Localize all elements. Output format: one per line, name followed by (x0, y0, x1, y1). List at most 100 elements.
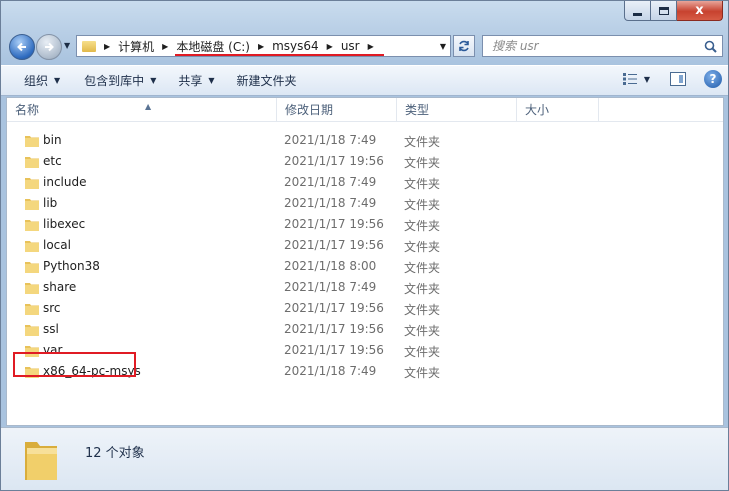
search-icon[interactable] (704, 40, 717, 53)
folder-icon (25, 325, 39, 336)
breadcrumb-arrow[interactable]: ▶ (368, 42, 374, 51)
file-name: src (43, 301, 61, 315)
refresh-icon (459, 40, 469, 52)
file-rows: bin 2021/1/18 7:49 文件夹 etc 2021/1/17 19:… (7, 130, 723, 382)
folder-icon (25, 220, 39, 231)
file-type: 文件夹 (404, 366, 441, 380)
file-type: 文件夹 (404, 324, 441, 338)
file-name: var (43, 343, 63, 357)
include-in-library-label: 包含到库中 (84, 74, 145, 88)
folder-icon (25, 346, 39, 357)
file-row[interactable]: x86_64-pc-msys 2021/1/18 7:49 文件夹 (7, 361, 723, 382)
file-type: 文件夹 (404, 282, 441, 296)
column-header-name[interactable]: 名称 ▲ (7, 98, 277, 122)
forward-button[interactable] (36, 34, 62, 60)
column-name-label: 名称 (15, 103, 40, 117)
file-row[interactable]: bin 2021/1/18 7:49 文件夹 (7, 130, 723, 151)
file-date: 2021/1/17 19:56 (284, 154, 384, 168)
breadcrumb-arrow[interactable]: ▶ (258, 42, 264, 51)
column-type-label: 类型 (405, 103, 430, 117)
view-options-icon[interactable] (622, 72, 638, 86)
file-date: 2021/1/18 7:49 (284, 364, 377, 378)
search-input[interactable] (492, 39, 692, 53)
file-name: etc (43, 154, 62, 168)
file-date: 2021/1/17 19:56 (284, 322, 384, 336)
toolbar-right: ▼ ? (622, 70, 722, 88)
column-header-type[interactable]: 类型 (397, 98, 517, 122)
breadcrumb-msys64[interactable]: msys64 (272, 39, 319, 53)
file-row[interactable]: var 2021/1/17 19:56 文件夹 (7, 340, 723, 361)
folder-icon (25, 178, 39, 189)
back-arrow-icon (17, 42, 26, 52)
breadcrumb-arrow[interactable]: ▶ (104, 42, 110, 51)
folder-icon (25, 283, 39, 294)
include-in-library-button[interactable]: 包含到库中 ▼ (75, 69, 165, 93)
new-folder-button[interactable]: 新建文件夹 (228, 69, 306, 93)
file-name: local (43, 238, 71, 252)
organize-button[interactable]: 组织 ▼ (15, 69, 69, 93)
file-row[interactable]: ssl 2021/1/17 19:56 文件夹 (7, 319, 723, 340)
refresh-button[interactable] (453, 35, 475, 57)
column-size-label: 大小 (525, 103, 550, 117)
file-name: include (43, 175, 87, 189)
share-button[interactable]: 共享 ▼ (169, 69, 223, 93)
breadcrumb-computer[interactable]: 计算机 (118, 38, 154, 55)
file-row[interactable]: local 2021/1/17 19:56 文件夹 (7, 235, 723, 256)
minimize-button[interactable] (624, 1, 651, 21)
folder-icon (25, 199, 39, 210)
folder-icon (25, 241, 39, 252)
file-date: 2021/1/18 7:49 (284, 196, 377, 210)
file-name: lib (43, 196, 58, 210)
file-row[interactable]: share 2021/1/18 7:49 文件夹 (7, 277, 723, 298)
recent-pages-dropdown[interactable]: ▼ (64, 41, 70, 50)
file-name: libexec (43, 217, 86, 231)
chevron-down-icon: ▼ (208, 76, 215, 85)
view-options-dropdown[interactable]: ▼ (644, 75, 650, 84)
maximize-icon (658, 6, 669, 15)
column-header-size[interactable]: 大小 (517, 98, 599, 122)
breadcrumb-usr[interactable]: usr (341, 39, 360, 53)
file-row[interactable]: libexec 2021/1/17 19:56 文件夹 (7, 214, 723, 235)
search-box[interactable] (482, 35, 723, 57)
file-row[interactable]: Python38 2021/1/18 8:00 文件夹 (7, 256, 723, 277)
maximize-button[interactable] (651, 1, 677, 21)
preview-pane-icon[interactable] (670, 72, 686, 86)
file-name: ssl (43, 322, 59, 336)
file-date: 2021/1/18 7:49 (284, 133, 377, 147)
file-row[interactable]: src 2021/1/17 19:56 文件夹 (7, 298, 723, 319)
folder-icon (25, 442, 57, 480)
file-date: 2021/1/17 19:56 (284, 217, 384, 231)
command-bar: 组织 ▼ 包含到库中 ▼ 共享 ▼ 新建文件夹 ▼ ? (1, 65, 728, 96)
help-icon[interactable]: ? (704, 70, 722, 88)
folder-icon (25, 262, 39, 273)
folder-icon (25, 367, 39, 378)
chevron-down-icon: ▼ (150, 76, 157, 85)
file-type: 文件夹 (404, 177, 441, 191)
address-dropdown-button[interactable]: ▼ (436, 36, 450, 56)
folder-icon (25, 304, 39, 315)
new-folder-label: 新建文件夹 (236, 74, 297, 88)
details-pane: 12 个对象 (1, 427, 728, 490)
file-date: 2021/1/18 7:49 (284, 175, 377, 189)
forward-arrow-icon (45, 42, 54, 52)
file-type: 文件夹 (404, 219, 441, 233)
close-button[interactable]: x (677, 1, 723, 21)
file-row[interactable]: lib 2021/1/18 7:49 文件夹 (7, 193, 723, 214)
minimize-icon (633, 12, 642, 16)
file-date: 2021/1/17 19:56 (284, 343, 384, 357)
back-button[interactable] (9, 34, 35, 60)
close-icon: x (695, 3, 704, 18)
annotation-underline (175, 54, 384, 56)
column-header-date[interactable]: 修改日期 (277, 98, 397, 122)
chevron-down-icon: ▼ (54, 76, 61, 85)
breadcrumb-arrow[interactable]: ▶ (327, 42, 333, 51)
file-row[interactable]: etc 2021/1/17 19:56 文件夹 (7, 151, 723, 172)
sort-ascending-icon: ▲ (145, 102, 152, 111)
caption-buttons: x (624, 1, 723, 21)
file-name: x86_64-pc-msys (43, 364, 141, 378)
file-name: Python38 (43, 259, 100, 273)
breadcrumb-local-disk[interactable]: 本地磁盘 (C:) (176, 38, 250, 55)
breadcrumb-arrow[interactable]: ▶ (162, 42, 168, 51)
folder-icon (82, 40, 96, 52)
file-row[interactable]: include 2021/1/18 7:49 文件夹 (7, 172, 723, 193)
